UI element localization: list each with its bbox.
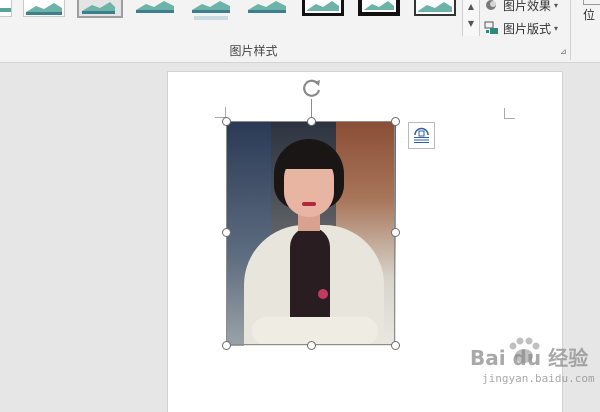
picture-arms (252, 317, 378, 345)
resize-handle-middle-left[interactable] (222, 228, 231, 237)
picture-style-thumb-6[interactable] (246, 0, 288, 16)
gallery-scroll-down-button[interactable]: ▼ (463, 17, 479, 31)
resize-handle-bottom-center[interactable] (307, 341, 316, 350)
margin-corner-mark-top-right (504, 118, 515, 119)
picture-layout-label: 图片版式 (503, 21, 552, 36)
rotate-handle-icon[interactable] (301, 77, 323, 99)
rotate-handle-stem (311, 99, 312, 117)
resize-handle-middle-right[interactable] (391, 228, 400, 237)
picture-effects-icon (484, 0, 500, 13)
resize-handle-bottom-right[interactable] (391, 341, 400, 350)
picture-layout-icon (484, 20, 500, 36)
picture-style-thumb-9[interactable] (414, 0, 456, 16)
picture-lips (302, 202, 316, 206)
resize-handle-bottom-left[interactable] (222, 341, 231, 350)
picture-effects-button[interactable]: 图片效果 ▾ (484, 0, 558, 15)
baidu-jingyan-watermark: Bai du 经验 jingyan.baidu.com (452, 336, 597, 396)
margin-corner-mark-top-right (504, 108, 505, 119)
picture-style-thumb-4[interactable] (134, 0, 176, 16)
picture-styles-dialog-launcher[interactable]: ⊿ (560, 47, 569, 56)
selected-picture[interactable] (226, 121, 396, 346)
gallery-scrollbar[interactable]: ▲ ▼ (462, 0, 480, 36)
picture-effects-label: 图片效果 (503, 0, 552, 13)
watermark-logo-text: Bai du 经验 (470, 346, 589, 370)
position-icon (583, 0, 600, 5)
picture-style-thumb-2[interactable] (23, 0, 65, 17)
picture-layout-button[interactable]: 图片版式 ▾ (484, 18, 558, 38)
position-button[interactable]: 位 (583, 6, 595, 23)
gallery-scroll-up-button[interactable]: ▲ (463, 0, 479, 14)
watermark-url: jingyan.baidu.com (482, 372, 595, 385)
layout-options-icon (414, 127, 429, 143)
picture-style-thumb-8[interactable] (358, 0, 400, 16)
chevron-down-icon: ▾ (554, 23, 559, 33)
picture-flower (318, 289, 328, 299)
ribbon: ▲ ▼ 图片样式 ⊿ 图片效果 ▾ 图片版式 ▾ 位 (0, 0, 600, 63)
resize-handle-top-center[interactable] (307, 117, 316, 126)
picture-style-thumb-5[interactable] (190, 0, 232, 22)
picture-style-thumb-3[interactable] (77, 0, 123, 18)
layout-options-button[interactable] (408, 122, 435, 149)
picture-styles-group-label: 图片样式 (229, 44, 278, 58)
resize-handle-top-right[interactable] (391, 117, 400, 126)
picture-style-thumb-7[interactable] (302, 0, 344, 16)
chevron-down-icon: ▾ (554, 0, 559, 10)
picture-style-thumb-1[interactable] (0, 0, 12, 17)
ribbon-separator (570, 0, 571, 60)
resize-handle-top-left[interactable] (222, 117, 231, 126)
picture-bangs (282, 147, 338, 169)
